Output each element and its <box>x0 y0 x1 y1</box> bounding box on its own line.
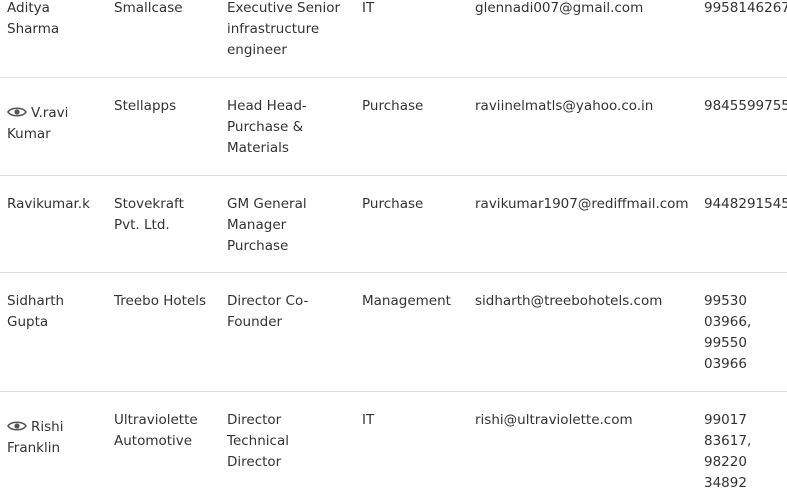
table-row: Sidharth Gupta Treebo Hotels Director Co… <box>0 273 787 392</box>
contact-name[interactable]: Sidharth Gupta <box>7 291 93 333</box>
table-row: Aditya Sharma Smallcase Executive Senior… <box>0 0 787 78</box>
phone-number: 9448291545 <box>704 196 787 212</box>
department: Purchase <box>362 196 424 212</box>
designation: Director Co- Founder <box>227 293 309 330</box>
contact-name[interactable]: V.ravi Kumar <box>7 103 93 145</box>
eye-icon[interactable] <box>7 106 27 118</box>
company-name: Treebo Hotels <box>114 293 207 309</box>
company-name: Ultraviolette Automotive <box>114 412 198 449</box>
table-row: Rishi Franklin Ultraviolette Automotive … <box>0 392 787 504</box>
department: Management <box>362 293 451 309</box>
department: IT <box>362 0 375 16</box>
department: Purchase <box>362 98 424 114</box>
contact-name[interactable]: Rishi Franklin <box>7 417 93 459</box>
email-address[interactable]: rishi@ultraviolette.com <box>475 410 690 431</box>
company-name: Stellapps <box>114 98 177 114</box>
email-address[interactable]: glennadi007@gmail.com <box>475 0 690 19</box>
email-address[interactable]: raviinelmatls@yahoo.co.in <box>475 96 690 117</box>
table-row: V.ravi Kumar Stellapps Head Head- Purcha… <box>0 78 787 176</box>
designation: Director Technical Director <box>227 412 289 470</box>
contacts-table: Aditya Sharma Smallcase Executive Senior… <box>0 0 787 504</box>
phone-number: 9845599755 <box>704 98 787 114</box>
company-name: Smallcase <box>114 0 183 16</box>
phone-number: 9958146267 <box>704 0 787 16</box>
designation: Executive Senior infrastructure engineer <box>227 0 341 58</box>
email-address[interactable]: ravikumar1907@rediffmail.com <box>475 194 690 215</box>
eye-icon[interactable] <box>7 420 27 432</box>
table-row: Ravikumar.k Stovekraft Pvt. Ltd. GM Gene… <box>0 176 787 273</box>
designation: GM General Manager Purchase <box>227 196 307 254</box>
email-address[interactable]: sidharth@treebohotels.com <box>475 291 690 312</box>
contact-name[interactable]: Ravikumar.k <box>7 194 93 215</box>
phone-number: 99530 03966, 99550 03966 <box>704 293 752 372</box>
contact-name[interactable]: Aditya Sharma <box>7 0 93 40</box>
company-name: Stovekraft Pvt. Ltd. <box>114 196 184 233</box>
department: IT <box>362 412 375 428</box>
phone-number: 99017 83617, 98220 34892 <box>704 412 752 491</box>
designation: Head Head- Purchase & Materials <box>227 98 307 156</box>
